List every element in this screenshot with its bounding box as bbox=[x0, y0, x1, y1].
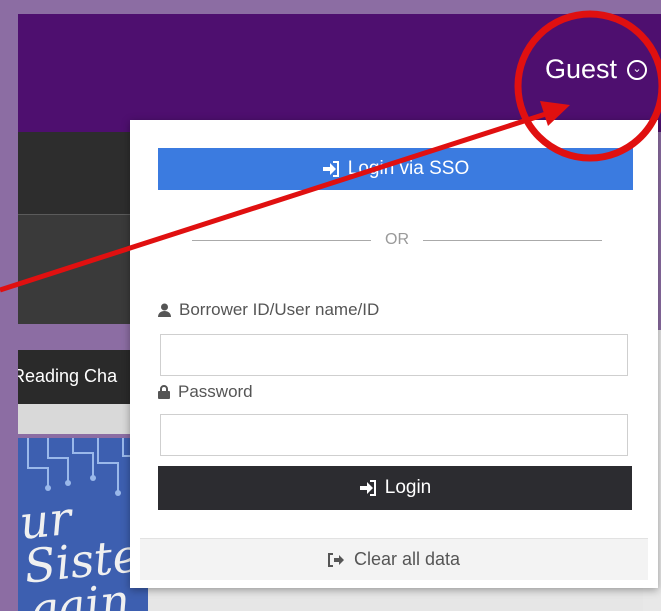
login-button[interactable]: Login bbox=[158, 466, 632, 510]
guest-account-menu[interactable]: Guest ⌄ bbox=[545, 54, 647, 85]
content-area-light bbox=[18, 404, 148, 434]
sign-in-icon bbox=[322, 161, 340, 177]
borrower-id-input[interactable] bbox=[160, 334, 628, 376]
sign-out-icon bbox=[327, 552, 344, 567]
lock-icon bbox=[158, 385, 170, 399]
sign-in-icon bbox=[359, 480, 377, 496]
password-label: Password bbox=[158, 382, 253, 402]
nav-band-dark bbox=[18, 132, 148, 214]
borrower-id-label-text: Borrower ID/User name/ID bbox=[179, 300, 380, 319]
password-label-text: Password bbox=[178, 382, 253, 401]
sso-button-label: Login via SSO bbox=[347, 158, 470, 179]
or-text: OR bbox=[385, 231, 409, 248]
divider-line-left bbox=[192, 239, 371, 241]
or-divider: OR bbox=[192, 230, 602, 250]
clear-all-data-label: Clear all data bbox=[353, 549, 461, 569]
divider-line-right bbox=[423, 239, 602, 241]
borrower-id-label: Borrower ID/User name/ID bbox=[158, 300, 379, 320]
guest-label: Guest bbox=[544, 54, 617, 84]
page-bottom-content bbox=[148, 588, 643, 611]
password-input[interactable] bbox=[160, 414, 628, 456]
login-dropdown-panel: Login via SSO OR Borrower ID/User name/I… bbox=[130, 120, 658, 588]
chevron-down-circle-icon: ⌄ bbox=[627, 59, 647, 80]
login-button-label: Login bbox=[384, 477, 432, 498]
clear-all-data-link[interactable]: Clear all data bbox=[140, 538, 648, 580]
nav-band-secondary bbox=[18, 214, 148, 324]
top-header-bar: Guest ⌄ bbox=[18, 14, 661, 132]
reading-challenge-tab[interactable]: Reading Cha bbox=[18, 350, 148, 404]
user-icon bbox=[158, 303, 171, 317]
login-via-sso-button[interactable]: Login via SSO bbox=[158, 148, 633, 190]
